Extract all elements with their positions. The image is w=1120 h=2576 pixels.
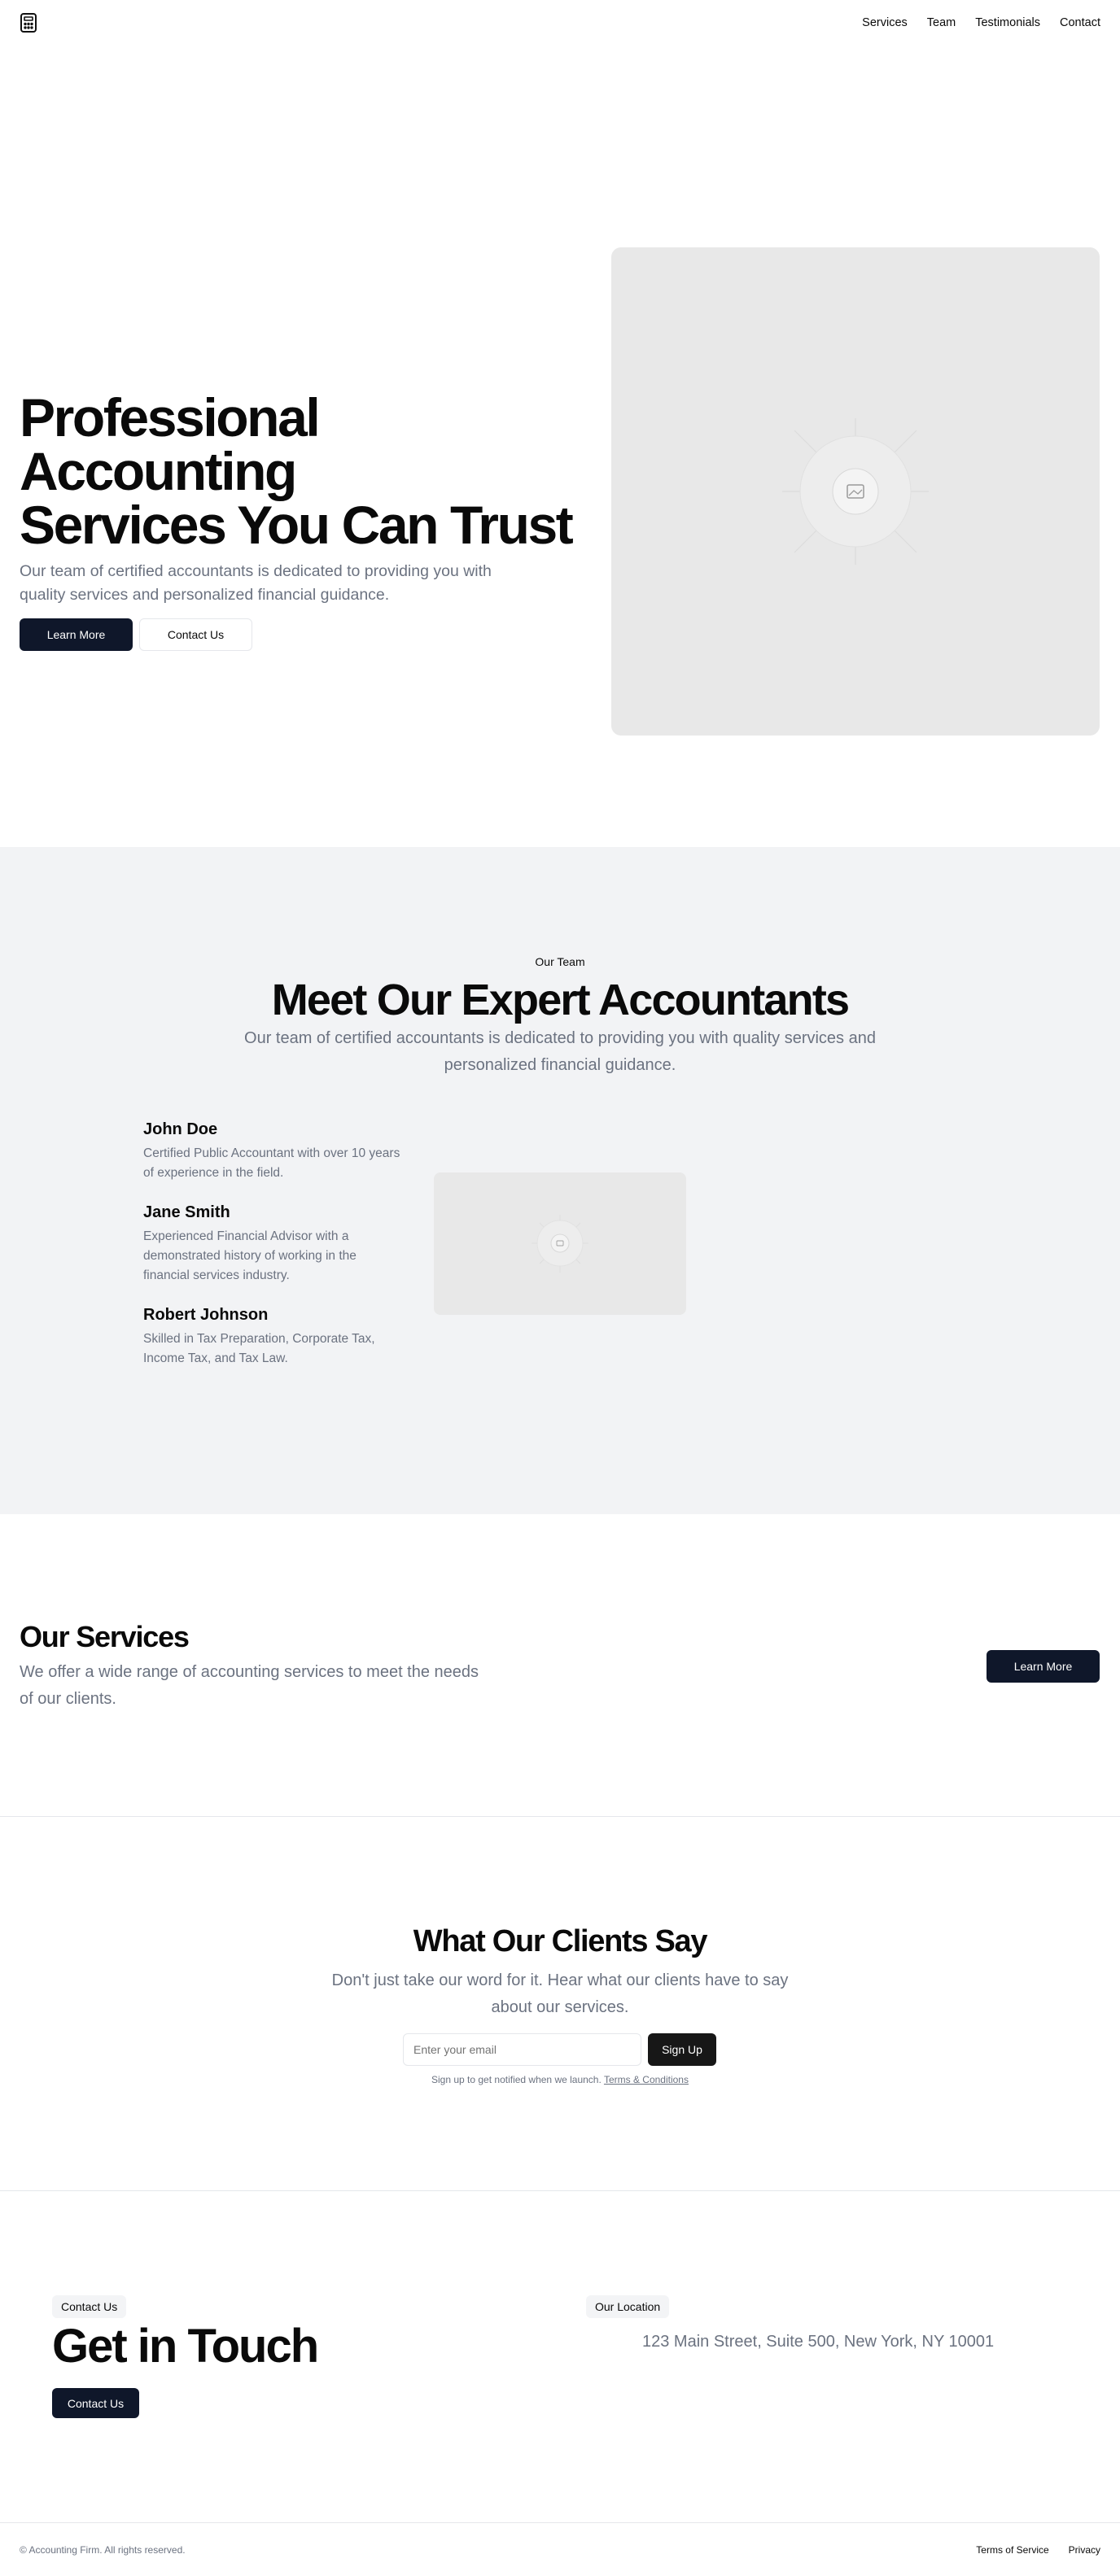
member-description: Skilled in Tax Preparation, Corporate Ta… (143, 1332, 375, 1365)
hero-buttons: Learn More Contact Us (20, 618, 589, 651)
team-title: Meet Our Expert Accountants (271, 976, 850, 1024)
learn-more-button[interactable]: Learn More (20, 618, 133, 651)
team-subtitle: Our team of certified accountants is ded… (244, 1029, 876, 1074)
team-tag: Our Team (535, 955, 585, 968)
member-name: Jane Smith (143, 1203, 230, 1221)
get-in-touch-button[interactable]: Contact Us (52, 2388, 139, 2418)
footer-copyright: © Accounting Firm. All rights reserved. (20, 2543, 186, 2556)
image-placeholder-icon (782, 418, 929, 565)
member-description: Experienced Financial Advisor with a dem… (143, 1229, 357, 1282)
signup-note-text: Sign up to get notified when we launch. (431, 2074, 602, 2085)
team-member: John Doe Certified Public Accountant wit… (143, 1118, 404, 1183)
services-learn-more-button[interactable]: Learn More (987, 1650, 1100, 1683)
location-address: 123 Main Street, Suite 500, New York, NY… (642, 2333, 995, 2351)
member-name: Robert Johnson (143, 1306, 269, 1324)
hero-title: Professional Accounting Services You Can… (20, 391, 589, 552)
terms-of-service-link[interactable]: Terms of Service (976, 2544, 1048, 2556)
hero-title-line1: Professional Accounting (20, 387, 321, 501)
privacy-link[interactable]: Privacy (1069, 2544, 1100, 2556)
team-member: Jane Smith Experienced Financial Advisor… (143, 1201, 404, 1286)
hero-content: Professional Accounting Services You Can… (20, 391, 589, 651)
site-footer: © Accounting Firm. All rights reserved. … (0, 2523, 1120, 2576)
testimonials-title: What Our Clients Say (413, 1924, 708, 1958)
contact-us-button[interactable]: Contact Us (139, 618, 252, 651)
sign-up-button[interactable]: Sign Up (648, 2033, 716, 2066)
services-title: Our Services (20, 1620, 190, 1653)
nav-testimonials[interactable]: Testimonials (975, 16, 1040, 29)
site-header: Services Team Testimonials Contact (0, 0, 1120, 46)
team-image-placeholder (434, 1172, 686, 1315)
nav-team[interactable]: Team (927, 16, 956, 29)
hero-section: Professional Accounting Services You Can… (0, 46, 1120, 847)
signup-note: Sign up to get notified when we launch. … (0, 2074, 1120, 2085)
member-description: Certified Public Accountant with over 10… (143, 1146, 400, 1180)
testimonials-subtitle: Don't just take our word for it. Hear wh… (331, 1971, 789, 2016)
hero-title-line2: Services You Can Trust (20, 495, 574, 555)
contact-tag: Contact Us (52, 2295, 127, 2318)
nav-services[interactable]: Services (862, 16, 908, 29)
testimonials-section: What Our Clients Say Don't just take our… (0, 1817, 1120, 2191)
nav-contact[interactable]: Contact (1060, 16, 1100, 29)
contact-title: Get in Touch (52, 2320, 319, 2373)
team-member-list: John Doe Certified Public Accountant wit… (143, 1118, 404, 1386)
team-section: Our Team Meet Our Expert Accountants Our… (0, 847, 1120, 1514)
main-nav: Services Team Testimonials Contact (862, 16, 1100, 29)
hero-subtitle: Our team of certified accountants is ded… (20, 562, 492, 604)
signup-form: Sign Up (403, 2033, 716, 2066)
contact-section: Contact Us Get in Touch Contact Us Our L… (0, 2191, 1120, 2523)
footer-links: Terms of Service Privacy (976, 2544, 1100, 2556)
team-member: Robert Johnson Skilled in Tax Preparatio… (143, 1303, 404, 1369)
terms-link[interactable]: Terms & Conditions (604, 2074, 689, 2085)
image-placeholder-icon (532, 1215, 588, 1273)
email-input[interactable] (403, 2033, 641, 2066)
member-name: John Doe (143, 1120, 218, 1138)
hero-image-placeholder (611, 247, 1100, 736)
services-section: Our Services We offer a wide range of ac… (0, 1514, 1120, 1817)
calculator-icon[interactable] (20, 12, 37, 33)
location-tag: Our Location (586, 2295, 670, 2318)
services-subtitle: We offer a wide range of accounting serv… (20, 1663, 479, 1708)
